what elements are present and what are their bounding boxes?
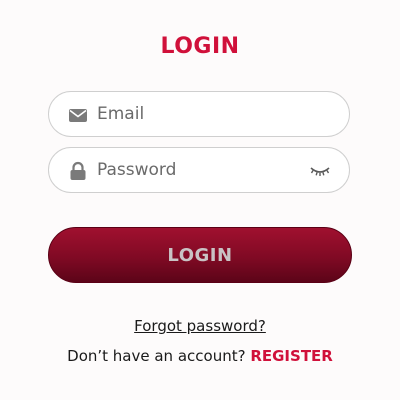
email-field-container[interactable] [48,91,350,137]
register-link[interactable]: REGISTER [250,347,333,365]
forgot-password-link[interactable]: Forgot password? [134,317,266,335]
register-row: Don’t have an account? REGISTER [0,346,400,366]
envelope-icon [68,105,88,125]
password-field-container[interactable] [48,147,350,193]
password-input[interactable] [97,148,307,192]
register-prompt: Don’t have an account? [67,347,251,365]
page-title: LOGIN [160,34,240,59]
email-input[interactable] [97,92,307,136]
lock-icon [68,161,88,181]
eye-closed-icon[interactable] [309,163,331,179]
login-page: LOGIN LOGIN [0,0,400,400]
login-button[interactable]: LOGIN [48,227,352,283]
forgot-password-row: Forgot password? [0,316,400,336]
